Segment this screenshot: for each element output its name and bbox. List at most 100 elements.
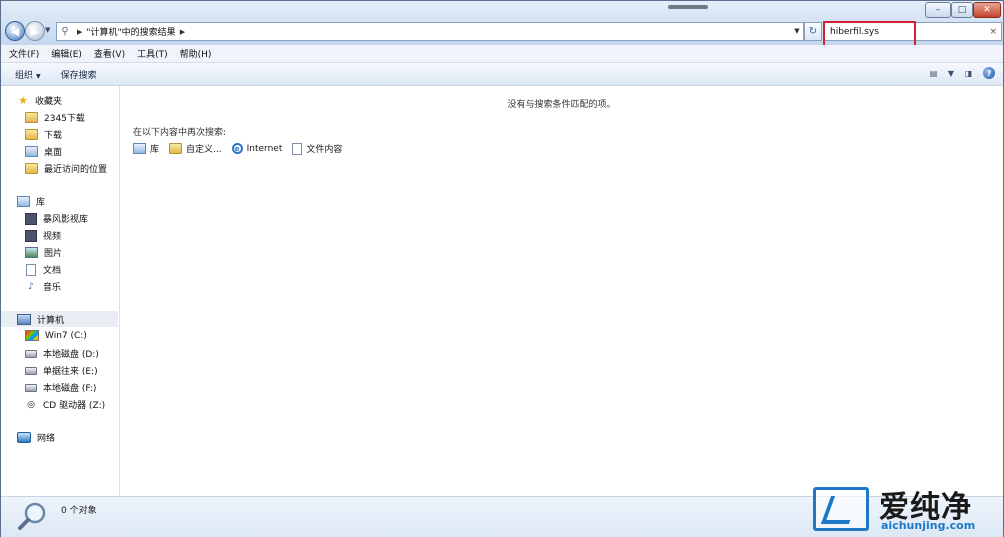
address-bar[interactable]: ⚲ ▶ "计算机" 中的搜索结果 ▶ xyxy=(56,22,804,41)
watermark-logo-icon xyxy=(813,487,869,531)
minimize-button[interactable]: – xyxy=(925,2,951,18)
menu-bar: 文件(F) 编辑(E) 查看(V) 工具(T) 帮助(H) xyxy=(1,45,1003,63)
hard-drive-icon xyxy=(25,349,37,358)
change-view-icon[interactable]: ▤ xyxy=(927,68,940,79)
nav-item-label: 本地磁盘 (F:) xyxy=(43,384,97,394)
nav-libraries[interactable]: 库 xyxy=(17,195,45,208)
search-again-custom[interactable]: 自定义... xyxy=(169,142,222,155)
nav-drive-f[interactable]: 本地磁盘 (F:) xyxy=(25,381,96,394)
search-again-internet[interactable]: e Internet xyxy=(231,143,283,154)
title-grip xyxy=(668,5,708,9)
star-icon: ★ xyxy=(18,94,28,107)
close-button[interactable]: ✕ xyxy=(973,2,1001,18)
folder-icon xyxy=(25,112,38,123)
breadcrumb-search-results[interactable]: 中的搜索结果 xyxy=(122,25,176,38)
search-again-libraries-label: 库 xyxy=(150,145,160,155)
results-pane: 没有与搜索条件匹配的项。 在以下内容中再次搜索: 库 自定义... e Inte… xyxy=(120,86,1003,496)
forward-button[interactable]: ▶ xyxy=(25,21,45,41)
organize-button[interactable]: 组织 ▼ xyxy=(15,68,41,81)
back-arrow-icon: ◀ xyxy=(10,24,20,38)
custom-folder-icon xyxy=(169,143,183,154)
search-again-file-contents-label: 文件内容 xyxy=(306,145,343,155)
library-icon xyxy=(17,196,30,207)
nav-drive-c[interactable]: Win7 (C:) xyxy=(25,330,87,341)
breadcrumb-separator-icon[interactable]: ▶ xyxy=(77,28,82,36)
refresh-icon: ↻ xyxy=(808,26,818,37)
menu-edit[interactable]: 编辑(E) xyxy=(51,47,82,60)
organize-label: 组织 xyxy=(15,70,34,81)
downloads-folder-icon xyxy=(25,129,38,140)
help-icon[interactable]: ? xyxy=(983,67,995,79)
computer-icon xyxy=(17,313,31,325)
nav-item-music[interactable]: ♪ 音乐 xyxy=(25,280,62,294)
back-button[interactable]: ◀ xyxy=(5,21,25,41)
maximize-button[interactable]: □ xyxy=(951,2,973,18)
nav-network-label: 网络 xyxy=(37,434,56,444)
file-contents-icon xyxy=(292,142,303,155)
nav-libraries-label: 库 xyxy=(36,198,46,208)
explorer-window: – □ ✕ ◀ ▶ ▼ ⚲ ▶ "计算机" 中的搜索结果 ▶ ▼ ↻ hiber… xyxy=(0,0,1004,537)
nav-item-label: 暴风影视库 xyxy=(43,215,89,225)
search-again-internet-label: Internet xyxy=(246,143,283,154)
internet-explorer-icon: e xyxy=(231,143,243,154)
music-icon: ♪ xyxy=(28,281,34,292)
nav-item-label: Win7 (C:) xyxy=(45,330,87,341)
clear-search-icon[interactable]: × xyxy=(989,27,997,37)
nav-item-videos[interactable]: 视频 xyxy=(25,229,61,242)
video-library-icon xyxy=(25,212,37,225)
navigation-pane: ★ 收藏夹 2345下载 下载 桌面 最近访问的位置 库 暴风影视库 视频 图片… xyxy=(1,86,120,496)
menu-tools[interactable]: 工具(T) xyxy=(137,47,168,60)
hard-drive-icon xyxy=(25,366,37,375)
search-highlight-annotation xyxy=(823,21,916,47)
recent-pages-dropdown[interactable]: ▼ xyxy=(45,26,50,34)
preview-pane-icon[interactable]: ◨ xyxy=(962,68,975,79)
search-again-libraries[interactable]: 库 xyxy=(133,142,159,155)
search-again-file-contents[interactable]: 文件内容 xyxy=(292,142,342,155)
search-again-custom-label: 自定义... xyxy=(186,145,222,155)
nav-item-label: 图片 xyxy=(44,249,63,259)
document-icon xyxy=(26,263,36,276)
nav-drive-d[interactable]: 本地磁盘 (D:) xyxy=(25,347,99,360)
item-count: 0 个对象 xyxy=(61,506,97,516)
view-dropdown-icon[interactable]: ▼ xyxy=(948,68,954,79)
menu-file[interactable]: 文件(F) xyxy=(9,47,39,60)
cd-drive-icon: ◎ xyxy=(27,399,35,410)
search-folder-icon: ⚲ xyxy=(61,26,69,37)
forward-arrow-icon: ▶ xyxy=(30,24,40,38)
search-again-options: 库 自定义... e Internet 文件内容 xyxy=(133,142,342,155)
nav-item-label: 音乐 xyxy=(43,283,62,293)
nav-item-recent-places[interactable]: 最近访问的位置 xyxy=(25,162,107,175)
network-icon xyxy=(17,432,31,443)
chevron-down-icon: ▼ xyxy=(36,72,41,80)
nav-network[interactable]: 网络 xyxy=(17,431,55,444)
search-again-label: 在以下内容中再次搜索: xyxy=(133,128,227,138)
view-controls: ▤ ▼ ◨ ? xyxy=(927,67,995,79)
nav-item-downloads[interactable]: 下载 xyxy=(25,128,62,141)
nav-item-documents[interactable]: 文档 xyxy=(25,263,61,276)
watermark: 爱纯净 aichunjing.com xyxy=(807,484,1003,536)
nav-item-desktop[interactable]: 桌面 xyxy=(25,145,62,158)
nav-item-pictures[interactable]: 图片 xyxy=(25,246,62,259)
nav-item-baofeng-library[interactable]: 暴风影视库 xyxy=(25,212,88,225)
nav-drive-e[interactable]: 单据往来 (E:) xyxy=(25,364,98,377)
breadcrumb-computer[interactable]: "计算机" xyxy=(86,25,121,38)
menu-view[interactable]: 查看(V) xyxy=(94,47,125,60)
breadcrumb-chevron-icon[interactable]: ▶ xyxy=(180,28,185,36)
nav-item-label: 视频 xyxy=(43,232,62,242)
recent-places-icon xyxy=(25,163,38,174)
nav-computer-label: 计算机 xyxy=(37,315,65,326)
nav-item-label: 下载 xyxy=(44,131,63,141)
nav-drive-z[interactable]: ◎ CD 驱动器 (Z:) xyxy=(25,398,106,412)
address-dropdown-icon[interactable]: ▼ xyxy=(791,22,803,39)
nav-item-2345-downloads[interactable]: 2345下载 xyxy=(25,111,85,124)
command-bar: 组织 ▼ 保存搜索 ▤ ▼ ◨ ? xyxy=(1,63,1003,86)
menu-help[interactable]: 帮助(H) xyxy=(180,47,212,60)
library-icon xyxy=(133,143,146,154)
nav-computer[interactable]: 计算机 xyxy=(1,311,118,327)
save-search-button[interactable]: 保存搜索 xyxy=(61,68,97,81)
nav-item-label: CD 驱动器 (Z:) xyxy=(43,401,106,411)
no-results-message: 没有与搜索条件匹配的项。 xyxy=(507,100,616,110)
refresh-button[interactable]: ↻ xyxy=(804,22,822,41)
hard-drive-icon xyxy=(25,383,37,392)
nav-favorites[interactable]: ★ 收藏夹 xyxy=(17,94,62,107)
